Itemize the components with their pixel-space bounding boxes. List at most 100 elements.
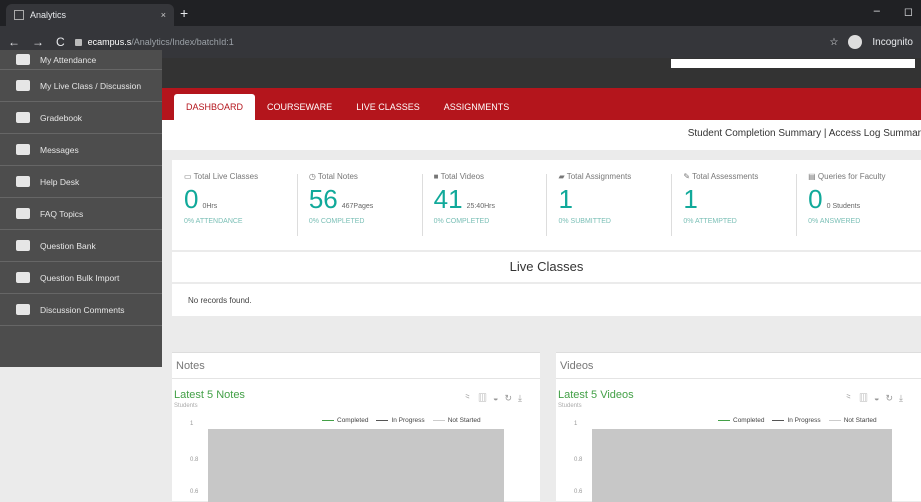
stat-label: Total Videos	[440, 172, 485, 181]
download-icon[interactable]: ⤓	[518, 393, 528, 403]
new-tab-button[interactable]: +	[180, 5, 188, 21]
envelope-icon	[16, 144, 30, 155]
stat-value: 0	[184, 184, 199, 214]
address-bar[interactable]: ecampus.s /Analytics/Index/batchId:1	[74, 37, 234, 47]
forward-arrow-icon[interactable]: →	[32, 35, 44, 49]
browser-tab-bar: Analytics × + – ◻	[0, 0, 921, 26]
sidebar-item-label: Question Bulk Import	[40, 272, 120, 283]
stat-value: 56	[308, 184, 338, 214]
sidebar-item-label: FAQ Topics	[40, 208, 84, 219]
legend-not-started: Not Started	[843, 417, 877, 424]
legend-completed: Completed	[733, 417, 765, 424]
clock-icon: ◷	[308, 172, 318, 181]
stat-assignments: ▰ Total Assignments 1 0% SUBMITTED	[546, 160, 671, 250]
stat-foot: 0% ATTEMPTED	[683, 218, 737, 225]
stat-foot: 0% ATTENDANCE	[184, 218, 243, 225]
stat-live-classes: ▭ Total Live Classes 0 0Hrs 0% ATTENDANCE	[172, 160, 297, 250]
videos-plot-area	[592, 429, 892, 502]
stat-foot: 0% COMPLETED	[308, 218, 365, 225]
video-camera-icon: ■	[433, 172, 441, 181]
stat-sub: 0 Students	[826, 203, 861, 210]
refresh-icon[interactable]: ↻	[504, 393, 518, 403]
y-tick: 0.6	[190, 489, 199, 495]
main-tabs: DASHBOARD COURSEWARE LIVE CLASSES ASSIGN…	[162, 88, 921, 120]
close-tab-icon[interactable]: ×	[161, 10, 166, 20]
reload-icon[interactable]: C	[56, 35, 65, 49]
database-icon	[16, 304, 30, 315]
stat-videos: ■ Total Videos 41 25:40Hrs 0% COMPLETED	[421, 160, 547, 250]
user-icon	[16, 80, 30, 91]
bookmark-star-icon[interactable]: ☆	[829, 37, 838, 48]
y-tick: 0.8	[190, 457, 199, 463]
url-path: /Analytics/Index/batchId:1	[131, 37, 234, 47]
live-classes-title: Live Classes	[172, 252, 921, 282]
sidebar-item-label: Discussion Comments	[40, 304, 125, 315]
legend-not-started: Not Started	[447, 417, 481, 424]
refresh-icon[interactable]: ↻	[885, 393, 899, 403]
y-tick: 0.6	[574, 489, 583, 495]
file-icon: ▰	[558, 172, 567, 181]
stats-card: ▭ Total Live Classes 0 0Hrs 0% ATTENDANCE…	[172, 160, 921, 250]
user-icon	[16, 176, 30, 187]
edit-icon: ✎	[683, 172, 693, 181]
stat-value: 1	[558, 184, 573, 214]
tab-live-classes[interactable]: LIVE CLASSES	[344, 94, 432, 120]
stat-foot: 0% SUBMITTED	[558, 218, 611, 225]
bar-chart-icon[interactable]: ▥	[859, 393, 874, 403]
notes-panel: Notes Latest 5 Notes ⺀▥◒↻⤓ Students Comp…	[172, 352, 540, 502]
stat-value: 1	[683, 184, 698, 214]
back-arrow-icon[interactable]: ←	[8, 35, 20, 49]
notes-plot-area	[208, 429, 504, 502]
incognito-icon[interactable]	[848, 35, 863, 49]
url-host: ecampus.s	[87, 37, 132, 47]
summary-links[interactable]: Student Completion Summary | Access Log …	[688, 128, 921, 139]
download-icon[interactable]: ⤓	[899, 393, 909, 403]
stat-foot: 0% ANSWERED	[808, 218, 861, 225]
chart-toolbar: ⺀▥◒↻⤓	[844, 391, 909, 404]
line-chart-icon[interactable]: ⺀	[463, 393, 478, 403]
sidebar: My Attendance My Live Class / Discussion…	[0, 50, 162, 367]
tab-courseware[interactable]: COURSEWARE	[255, 94, 344, 120]
sidebar-item-label: Gradebook	[40, 112, 83, 123]
sidebar-item-my-attendance[interactable]: My Attendance	[0, 50, 162, 70]
chat-icon: ▤	[808, 172, 818, 181]
sidebar-item-help-desk[interactable]: Help Desk	[0, 166, 162, 198]
sidebar-item-label: My Attendance	[40, 54, 97, 65]
sidebar-item-discussion-comments[interactable]: Discussion Comments	[0, 294, 162, 326]
y-tick: 0.8	[574, 457, 583, 463]
tab-dashboard[interactable]: DASHBOARD	[174, 94, 256, 120]
sidebar-item-label: Help Desk	[40, 176, 80, 187]
monitor-icon: ▭	[184, 172, 194, 181]
tab-assignments[interactable]: ASSIGNMENTS	[432, 94, 522, 120]
sidebar-item-gradebook[interactable]: Gradebook	[0, 102, 162, 134]
sidebar-item-question-bulk-import[interactable]: Question Bulk Import	[0, 262, 162, 294]
line-chart-icon[interactable]: ⺀	[844, 393, 859, 403]
sidebar-item-messages[interactable]: Messages	[0, 134, 162, 166]
stat-value: 0	[808, 184, 823, 214]
sidebar-item-question-bank[interactable]: Question Bank	[0, 230, 162, 262]
y-tick: 1	[190, 421, 194, 427]
summary-links-row: Student Completion Summary | Access Log …	[162, 120, 921, 150]
stat-label: Queries for Faculty	[817, 172, 886, 181]
stat-label: Total Assignments	[566, 172, 632, 181]
graduation-cap-icon	[16, 112, 30, 123]
bar-chart-icon[interactable]: ▥	[478, 393, 493, 403]
browser-tab[interactable]: Analytics ×	[6, 4, 174, 26]
maximize-icon[interactable]: ◻	[904, 5, 913, 18]
pie-chart-icon[interactable]: ◒	[493, 393, 504, 403]
notes-legend: Completed In Progress Not Started	[322, 417, 481, 424]
analytics-favicon-icon	[14, 10, 24, 20]
legend-completed: Completed	[337, 417, 369, 424]
chart-toolbar: ⺀▥◒↻⤓	[463, 391, 528, 404]
search-input[interactable]	[671, 59, 915, 68]
stat-label: Total Live Classes	[193, 172, 259, 181]
stat-assessments: ✎ Total Assessments 1 0% ATTEMPTED	[671, 160, 796, 250]
sidebar-item-faq-topics[interactable]: FAQ Topics	[0, 198, 162, 230]
pie-chart-icon[interactable]: ◒	[874, 393, 885, 403]
question-icon	[16, 240, 30, 251]
y-tick: 1	[574, 421, 578, 427]
videos-panel: Videos Latest 5 Videos ⺀▥◒↻⤓ Students Co…	[556, 352, 921, 502]
sidebar-item-live-class[interactable]: My Live Class / Discussion	[0, 70, 162, 102]
minimize-icon[interactable]: –	[874, 5, 880, 18]
stat-label: Total Assessments	[692, 172, 759, 181]
